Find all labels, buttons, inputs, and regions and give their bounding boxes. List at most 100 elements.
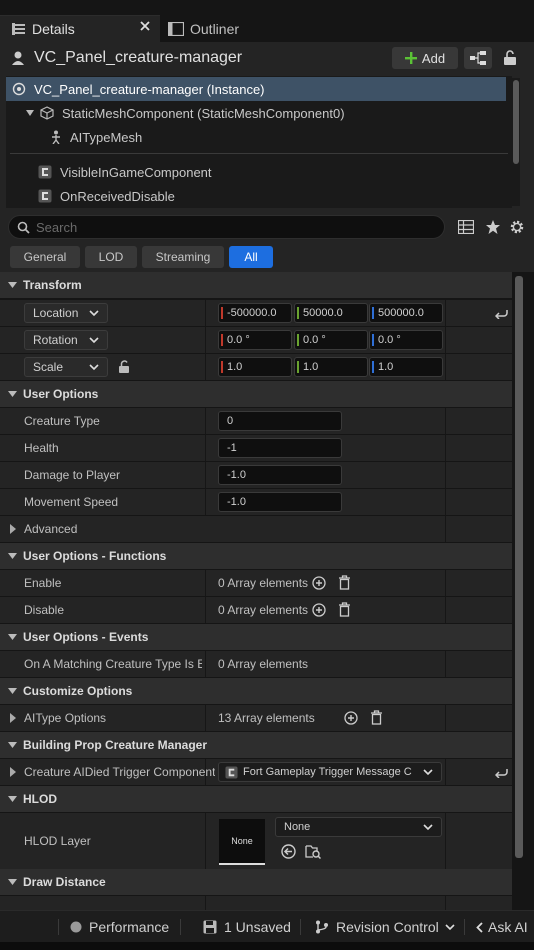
scale-x-field[interactable]: 1.0 [218,357,292,377]
add-element-icon[interactable] [344,711,358,725]
category-label: Building Prop Creature Manager [23,738,208,752]
unsaved-button[interactable]: 1 Unsaved [203,911,291,943]
chevron-left-icon [476,921,483,933]
rotation-z-value: 0.0 ° [378,334,401,346]
x-axis-marker [221,307,223,319]
lock-icon[interactable] [503,50,517,66]
tab-details[interactable]: Details [0,15,160,42]
location-mode-dropdown[interactable]: Location [24,303,108,323]
filter-lod-button[interactable]: LOD [85,246,137,268]
category-label: Customize Options [23,684,133,698]
static-mesh-icon [40,106,54,120]
add-component-button[interactable]: Add [392,47,458,69]
window-bottom-strip [0,942,534,950]
favorites-star-icon[interactable] [485,219,501,235]
table-view-icon[interactable] [458,220,474,234]
trash-icon[interactable] [338,575,351,590]
tree-scrollbar[interactable] [512,78,520,206]
expand-arrow-icon[interactable] [9,767,16,777]
close-icon[interactable] [140,21,150,31]
property-label: Health [24,441,59,455]
expand-arrow-icon[interactable] [9,713,16,723]
tab-outliner[interactable]: Outliner [162,15,272,42]
rotation-z-field[interactable]: 0.0 ° [369,330,443,350]
tree-row-instance[interactable]: VC_Panel_creature-manager (Instance) [6,77,506,101]
filter-all-button[interactable]: All [229,246,273,268]
trigger-component-combo[interactable]: Fort Gameplay Trigger Message C [218,762,442,782]
reset-to-default-icon[interactable] [495,308,508,319]
tree-row-staticmesh[interactable]: StaticMeshComponent (StaticMeshComponent… [6,101,506,125]
branch-icon [315,920,329,934]
tree-scrollbar-thumb[interactable] [513,80,519,164]
category-customize-options[interactable]: Customize Options [0,678,512,704]
tree-row-onreceiveddisable[interactable]: OnReceivedDisable [6,184,506,208]
rotation-y-field[interactable]: 0.0 ° [294,330,368,350]
scale-z-field[interactable]: 1.0 [369,357,443,377]
search-box[interactable] [8,215,445,239]
property-row-partial [0,896,512,910]
scale-lock-icon[interactable] [118,360,131,374]
add-element-icon[interactable] [312,603,326,617]
category-hlod[interactable]: HLOD [0,786,512,812]
location-y-field[interactable]: 50000.0 [294,303,368,323]
details-scrollbar-thumb[interactable] [515,276,523,858]
settings-gear-icon[interactable] [509,219,525,235]
tree-row-visibleingame[interactable]: VisibleInGameComponent [6,160,506,184]
rotation-mode-dropdown[interactable]: Rotation [24,330,108,350]
expand-arrow-icon[interactable] [26,109,34,117]
category-building-prop[interactable]: Building Prop Creature Manager [0,732,512,758]
category-transform[interactable]: Transform [0,272,512,298]
add-element-icon[interactable] [312,576,326,590]
scale-y-field[interactable]: 1.0 [294,357,368,377]
filter-general-button[interactable]: General [10,246,80,268]
property-row-advanced[interactable]: Advanced [0,516,512,542]
performance-button[interactable]: Performance [70,911,169,943]
expand-arrow-icon[interactable] [9,524,16,534]
location-z-field[interactable]: 500000.0 [369,303,443,323]
collapse-arrow-icon [8,390,17,398]
column-divider [205,813,206,869]
filter-streaming-button[interactable]: Streaming [142,246,224,268]
creature-type-input[interactable]: 0 [218,411,342,431]
category-user-options[interactable]: User Options [0,381,512,407]
unsaved-label: 1 Unsaved [224,919,291,935]
column-divider [205,759,206,785]
column-divider [205,570,206,596]
category-draw-distance[interactable]: Draw Distance [0,869,512,895]
details-scrollbar[interactable] [512,272,526,910]
rotation-x-field[interactable]: 0.0 ° [218,330,292,350]
blueprint-button[interactable] [464,47,492,69]
health-input[interactable]: -1 [218,438,342,458]
location-z-value: 500000.0 [378,307,424,319]
reset-to-default-icon[interactable] [495,767,508,778]
search-input[interactable] [36,219,416,235]
trash-icon[interactable] [370,710,383,725]
property-label: On A Matching Creature Type Is El... [24,657,202,671]
hlod-layer-value: None [284,821,311,833]
damage-input[interactable]: -1.0 [218,465,342,485]
tree-row-aitypemesh[interactable]: AITypeMesh [6,125,506,149]
hlod-layer-combo[interactable]: None [275,817,442,837]
disable-array-count: 0 Array elements [218,603,309,617]
movement-speed-input[interactable]: -1.0 [218,492,342,512]
scale-mode-dropdown[interactable]: Scale [24,357,108,377]
asset-thumbnail[interactable]: None [219,819,265,865]
column-divider [445,705,446,731]
use-selected-asset-icon[interactable] [281,844,296,859]
category-user-options-events[interactable]: User Options - Events [0,624,512,650]
category-label: Transform [23,278,82,292]
revision-control-button[interactable]: Revision Control [315,911,455,943]
actor-title: VC_Panel_creature-manager [34,49,243,66]
ask-ai-button[interactable]: Ask AI [476,911,528,943]
column-divider [205,489,206,515]
collapse-arrow-icon [8,878,17,886]
chevron-down-icon [89,364,99,371]
actor-icon [10,50,26,66]
property-row-matching-creature: On A Matching Creature Type Is El... 0 A… [0,651,512,677]
trash-icon[interactable] [338,602,351,617]
location-x-field[interactable]: -500000.0 [218,303,292,323]
category-user-options-functions[interactable]: User Options - Functions [0,543,512,569]
enable-array-count: 0 Array elements [218,576,309,590]
browse-asset-icon[interactable] [305,844,321,859]
column-divider [205,462,206,488]
